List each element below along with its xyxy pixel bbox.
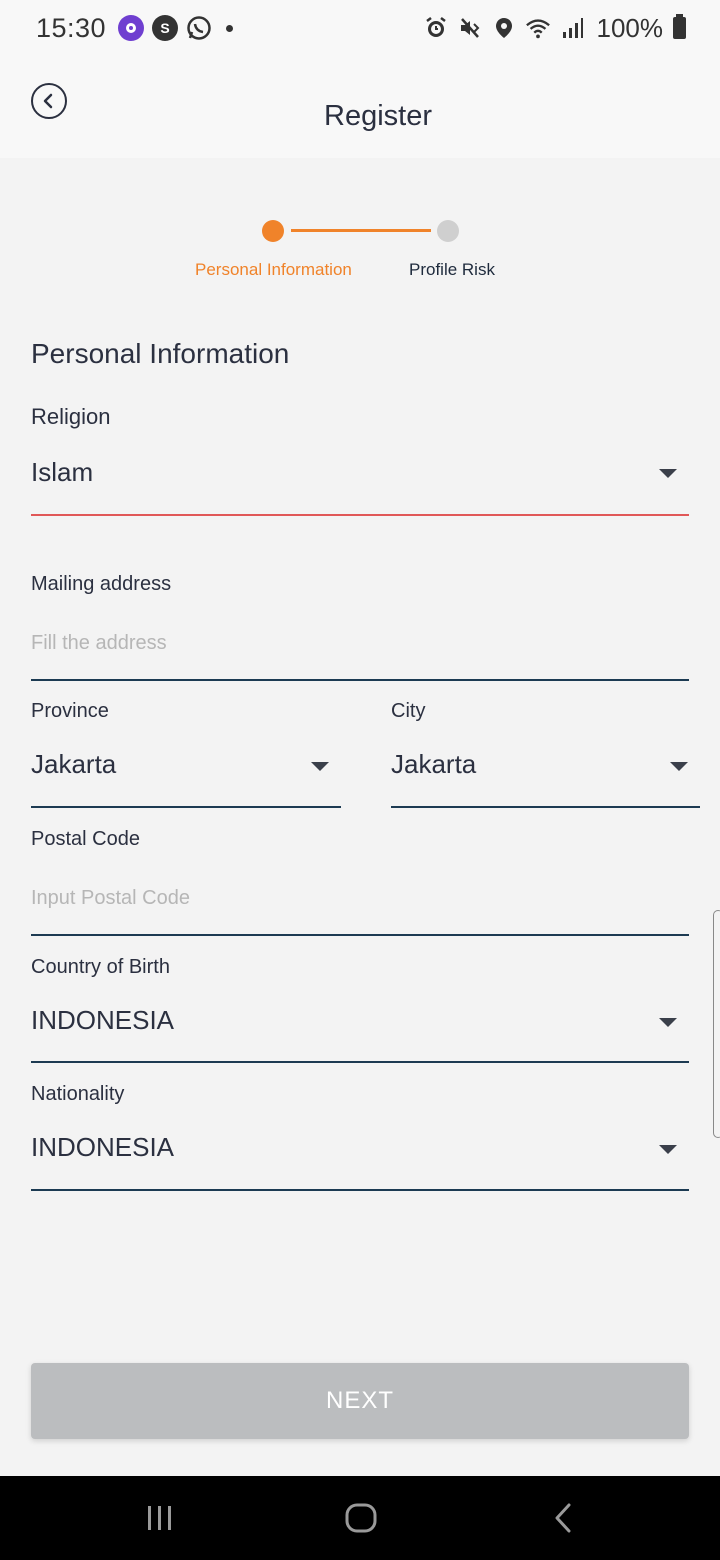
status-bar-left: 15:30 S (36, 12, 234, 44)
home-button[interactable] (311, 1476, 411, 1560)
city-underline (391, 806, 700, 808)
step-label-profile-risk: Profile Risk (409, 260, 495, 279)
nationality-underline (31, 1189, 689, 1191)
page-title: Register (324, 100, 432, 132)
recent-apps-button[interactable] (110, 1476, 210, 1560)
battery-percentage: 100% (596, 12, 664, 43)
location-icon (491, 15, 517, 41)
country-of-birth-chevron-down-icon[interactable] (659, 1018, 677, 1027)
postal-code-label: Postal Code (31, 828, 140, 850)
battery-icon (673, 14, 686, 39)
postal-code-underline (31, 934, 689, 936)
city-select[interactable]: Jakarta (391, 749, 476, 780)
whatsapp-icon (186, 15, 212, 41)
country-of-birth-underline (31, 1061, 689, 1063)
mailing-address-label: Mailing address (31, 573, 172, 595)
city-label: City (391, 700, 426, 722)
registration-stepper: Personal Information Profile Risk (0, 158, 720, 298)
status-bar-right: 100% (423, 12, 686, 44)
alarm-icon (423, 15, 449, 41)
section-title: Personal Information (31, 338, 290, 369)
province-select[interactable]: Jakarta (31, 749, 116, 780)
recent-apps-icon (148, 1506, 171, 1530)
nationality-label: Nationality (31, 1083, 125, 1105)
country-of-birth-label: Country of Birth (31, 956, 170, 978)
city-chevron-down-icon[interactable] (670, 762, 688, 771)
religion-select[interactable]: Islam (31, 457, 93, 488)
notification-s-icon: S (152, 15, 179, 41)
step-dot-personal-information (262, 220, 284, 242)
religion-underline (31, 514, 689, 516)
home-icon (345, 1503, 377, 1533)
wifi-icon (525, 15, 551, 41)
mute-vibrate-icon (457, 15, 483, 41)
signal-icon (559, 15, 585, 41)
status-bar: 15:30 S 100% (0, 0, 720, 56)
system-navigation-bar (0, 1476, 720, 1560)
next-button[interactable]: NEXT (31, 1363, 689, 1439)
back-arrow-icon (555, 1503, 571, 1533)
step-label-personal-information: Personal Information (195, 260, 352, 279)
country-of-birth-select[interactable]: INDONESIA (31, 1005, 174, 1036)
mailing-address-input[interactable]: Fill the address (31, 632, 167, 655)
province-chevron-down-icon[interactable] (311, 762, 329, 771)
postal-code-input[interactable]: Input Postal Code (31, 887, 190, 910)
scrollbar[interactable] (713, 910, 720, 1138)
province-label: Province (31, 700, 109, 722)
mailing-address-underline (31, 679, 689, 681)
nationality-select[interactable]: INDONESIA (31, 1132, 174, 1163)
step-dot-profile-risk (437, 220, 459, 242)
nationality-chevron-down-icon[interactable] (659, 1145, 677, 1154)
province-underline (31, 806, 341, 808)
notification-app-icon (118, 15, 145, 41)
status-time: 15:30 (36, 12, 107, 43)
app-header: Register (0, 56, 720, 158)
system-back-button[interactable] (513, 1476, 613, 1560)
religion-label: Religion (31, 404, 111, 429)
step-connector (291, 229, 431, 232)
religion-chevron-down-icon[interactable] (659, 469, 677, 478)
more-notifications-dot-icon (226, 24, 234, 32)
